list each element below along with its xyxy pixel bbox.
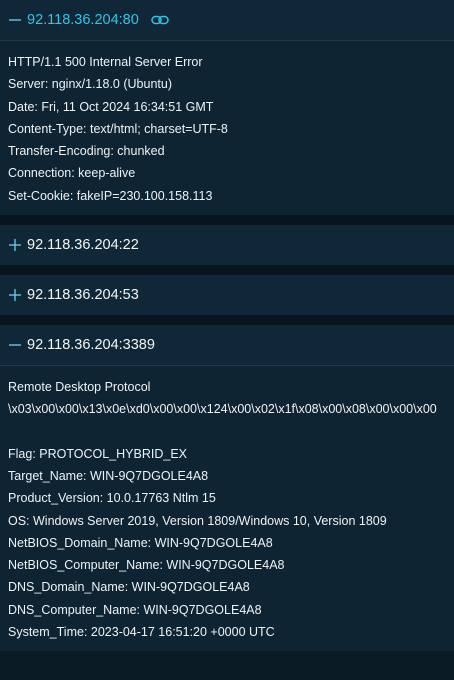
port-header-22[interactable]: 92.118.36.204:22 (0, 225, 454, 266)
port-section-22: 92.118.36.204:22 (0, 225, 454, 266)
banner-line: Date: Fri, 11 Oct 2024 16:34:51 GMT (8, 99, 214, 114)
port-title-3389[interactable]: 92.118.36.204:3389 (27, 337, 155, 353)
port-header-80[interactable]: 92.118.36.204:80 (0, 0, 454, 40)
port-header-53[interactable]: 92.118.36.204:53 (0, 275, 454, 316)
banner-line: System_Time: 2023-04-17 16:51:20 +0000 U… (8, 625, 275, 640)
link-icon[interactable] (151, 14, 169, 26)
banner-line: Connection: keep-alive (8, 166, 136, 181)
banner-line: Server: nginx/1.18.0 (Ubuntu) (8, 77, 172, 92)
banner-line: NetBIOS_Domain_Name: WIN-9Q7DGOLE4A8 (8, 535, 273, 550)
banner-line: Target_Name: WIN-9Q7DGOLE4A8 (8, 468, 209, 483)
banner-line: Remote Desktop Protocol (8, 380, 151, 395)
banner-body-80: HTTP/1.1 500 Internal Server Error Serve… (0, 41, 454, 216)
section-separator (0, 315, 454, 326)
plus-icon[interactable] (8, 239, 22, 252)
banner-line: Flag: PROTOCOL_HYBRID_EX (8, 446, 187, 461)
banner-line: DNS_Domain_Name: WIN-9Q7DGOLE4A8 (8, 580, 250, 595)
banner-line: Content-Type: text/html; charset=UTF-8 (8, 121, 228, 136)
plus-icon[interactable] (8, 289, 22, 302)
banner-body-3389: Remote Desktop Protocol \x03\x00\x00\x13… (0, 366, 454, 652)
banner-line: \x03\x00\x00\x13\x0e\xd0\x00\x00\x124\x0… (8, 402, 437, 417)
minus-icon[interactable] (8, 14, 22, 26)
section-separator (0, 215, 454, 226)
banner-line: Transfer-Encoding: chunked (8, 144, 165, 159)
port-section-80: 92.118.36.204:80 HTTP/1.1 500 Internal S… (0, 0, 454, 216)
port-title-80[interactable]: 92.118.36.204:80 (27, 12, 139, 28)
banner-line: OS: Windows Server 2019, Version 1809/Wi… (8, 513, 387, 528)
port-section-3389: 92.118.36.204:3389 Remote Desktop Protoc… (0, 325, 454, 652)
banner-line: Set-Cookie: fakeIP=230.100.158.113 (8, 188, 213, 203)
banner-line: NetBIOS_Computer_Name: WIN-9Q7DGOLE4A8 (8, 558, 285, 573)
port-header-3389[interactable]: 92.118.36.204:3389 (0, 325, 454, 366)
port-section-53: 92.118.36.204:53 (0, 275, 454, 316)
section-separator (0, 265, 454, 276)
banner-line: Product_Version: 10.0.17763 Ntlm 15 (8, 491, 216, 506)
banner-line: DNS_Computer_Name: WIN-9Q7DGOLE4A8 (8, 602, 262, 617)
port-title-22[interactable]: 92.118.36.204:22 (27, 237, 139, 253)
banner-line: HTTP/1.1 500 Internal Server Error (8, 55, 203, 69)
port-title-53[interactable]: 92.118.36.204:53 (27, 287, 139, 303)
minus-icon[interactable] (8, 339, 22, 351)
